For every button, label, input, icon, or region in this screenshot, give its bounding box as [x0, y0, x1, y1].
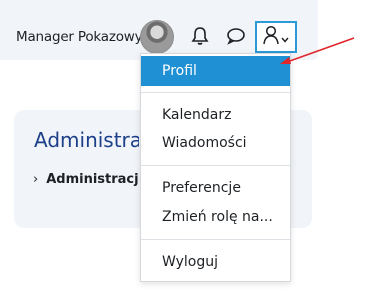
annotation-arrow — [280, 37, 355, 64]
